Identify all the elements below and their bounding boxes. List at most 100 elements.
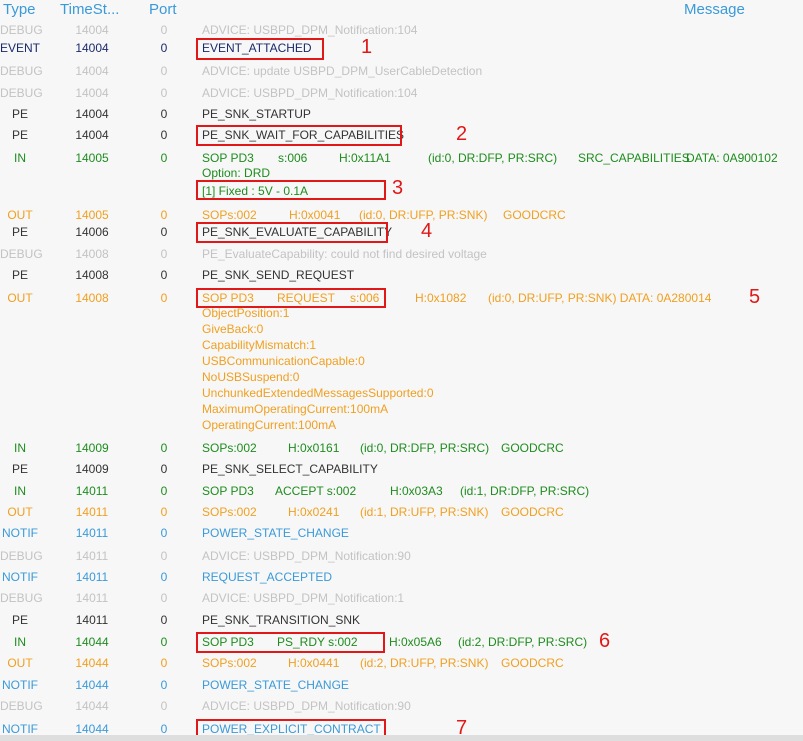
timestamp-cell: 14004	[75, 107, 109, 121]
table-row[interactable]: IN 14005 0 SOP PD3 s:006 H:0x11A1 (id:0, DR:DF…	[0, 148, 803, 169]
highlight-box	[196, 38, 324, 60]
port-cell: 0	[160, 635, 168, 649]
message-token: GOODCRC	[501, 505, 564, 519]
table-row[interactable]: DEBUG 14004 0 ADVICE: update USBPD_DPM_User…	[0, 61, 803, 82]
message-token: (id:2, DR:DFP, PR:SRC)	[458, 635, 588, 649]
type-cell: PE	[11, 107, 28, 121]
port-cell: 0	[160, 526, 168, 540]
timestamp-cell: 14009	[75, 441, 109, 455]
table-row[interactable]: NOTIF 14011 0 POWER_STATE_CHANGE	[0, 523, 803, 544]
type-cell: DEBUG	[0, 247, 43, 261]
message-token: H:0x03A3	[390, 484, 443, 498]
message-token: H:0x0041	[289, 208, 341, 222]
timestamp-cell: 14011	[75, 591, 109, 605]
table-row[interactable]: OUT 14044 0 SOPs:002 H:0x0441 (id:2, DR:UFP, …	[0, 653, 803, 674]
type-cell: DEBUG	[0, 549, 43, 563]
timestamp-cell: 14005	[75, 151, 109, 165]
type-cell: DEBUG	[0, 699, 43, 713]
column-header-timestamp[interactable]: TimeSt...	[60, 1, 119, 18]
column-header-type[interactable]: Type	[3, 1, 36, 18]
type-cell: IN	[14, 441, 26, 455]
table-row[interactable]: PE 14011 0 PE_SNK_TRANSITION_SNK	[0, 610, 803, 631]
timestamp-cell: 14011	[75, 549, 109, 563]
message-cell: PE_SNK_STARTUP	[202, 107, 311, 121]
port-cell: 0	[160, 268, 168, 282]
message-detail-line: CapabilityMismatch:1	[202, 338, 317, 352]
port-cell: 0	[160, 656, 168, 670]
highlight-box	[196, 222, 388, 243]
type-cell: PE	[11, 462, 28, 476]
table-row[interactable]: DEBUG 14044 0 ADVICE: USBPD_DPM_Notificatio…	[0, 696, 803, 717]
table-row[interactable]: OUT 14011 0 SOPs:002 H:0x0241 (id:1, DR:UFP, …	[0, 502, 803, 523]
callout-number: 1	[361, 36, 373, 58]
message-token: (id:1, DR:UFP, PR:SNK)	[360, 505, 489, 519]
message-cell: ADVICE: update USBPD_DPM_UserCableDetect…	[202, 64, 483, 78]
table-row[interactable]: PE 14009 0 PE_SNK_SELECT_CAPABILITY	[0, 459, 803, 480]
callout-number: 2	[456, 123, 468, 145]
message-token: SOPs:002	[202, 656, 257, 670]
message-token: (id:0, DR:DFP, PR:SRC)	[360, 441, 490, 455]
message-detail-line: USBCommunicationCapable:0	[202, 354, 365, 368]
table-row[interactable]: DEBUG 14004 0 ADVICE: USBPD_DPM_Notificatio…	[0, 83, 803, 104]
port-cell: 0	[160, 570, 168, 584]
type-cell: IN	[14, 151, 26, 165]
timestamp-cell: 14006	[75, 225, 109, 239]
table-row[interactable]: NOTIF 14011 0 REQUEST_ACCEPTED	[0, 567, 803, 588]
callout-number: 4	[421, 220, 433, 242]
column-header-port[interactable]: Port	[149, 1, 177, 18]
table-row[interactable]: OUT 14008 0 SOP PD3 REQUEST s:006 H:0x1082 (id:…	[0, 288, 803, 309]
message-cell: POWER_STATE_CHANGE	[202, 526, 349, 540]
port-cell: 0	[160, 678, 168, 692]
message-token: (id:0, DR:UFP, PR:SNK) DATA: 0A280014	[488, 291, 712, 305]
message-cell: PE_EvaluateCapability: could not find de…	[202, 247, 487, 261]
type-cell: NOTIF	[2, 526, 38, 540]
type-cell: IN	[14, 635, 26, 649]
message-detail-line: ObjectPosition:1	[202, 306, 290, 320]
timestamp-cell: 14004	[75, 64, 109, 78]
message-cell: ADVICE: USBPD_DPM_Notification:90	[202, 699, 411, 713]
port-cell: 0	[160, 41, 168, 55]
table-row[interactable]: PE 14008 0 PE_SNK_SEND_REQUEST	[0, 265, 803, 286]
callout-number: 6	[599, 630, 611, 652]
horizontal-scrollbar[interactable]	[0, 735, 803, 741]
port-cell: 0	[160, 23, 168, 37]
callout-number: 5	[749, 286, 761, 308]
table-row[interactable]: PE 14004 0 PE_SNK_STARTUP	[0, 104, 803, 125]
table-row[interactable]: PE 14006 0 PE_SNK_EVALUATE_CAPABILITY	[0, 222, 803, 243]
message-detail-line: NoUSBSuspend:0	[202, 370, 300, 384]
timestamp-cell: 14011	[75, 505, 109, 519]
message-cell: ADVICE: USBPD_DPM_Notification:1	[202, 591, 405, 605]
table-row[interactable]: IN 14011 0 SOP PD3 ACCEPT s:002 H:0x03A3 (id:1…	[0, 481, 803, 502]
type-cell: NOTIF	[2, 722, 38, 736]
port-cell: 0	[160, 613, 168, 627]
type-cell: OUT	[7, 291, 33, 305]
message-token: H:0x0241	[288, 505, 340, 519]
port-cell: 0	[160, 462, 168, 476]
callout-number: 3	[392, 177, 404, 199]
message-cell: PE_SNK_SELECT_CAPABILITY	[202, 462, 378, 476]
table-row[interactable]: DEBUG 14011 0 ADVICE: USBPD_DPM_Notificatio…	[0, 546, 803, 567]
message-token: SOPs:002	[202, 505, 257, 519]
type-cell: IN	[14, 484, 26, 498]
timestamp-cell: 14044	[75, 656, 109, 670]
table-row[interactable]: EVENT 14004 0 EVENT_ATTACHED	[0, 38, 803, 59]
timestamp-cell: 14005	[75, 208, 109, 222]
timestamp-cell: 14044	[75, 699, 109, 713]
message-token: DATA: 0A900102	[686, 151, 778, 165]
type-cell: OUT	[7, 208, 33, 222]
table-row[interactable]: DEBUG 14011 0 ADVICE: USBPD_DPM_Notificatio…	[0, 588, 803, 609]
table-row[interactable]: IN 14044 0 SOP PD3 PS_RDY s:002 H:0x05A6 (id:2…	[0, 632, 803, 653]
message-cell: ADVICE: USBPD_DPM_Notification:90	[202, 549, 411, 563]
port-cell: 0	[160, 247, 168, 261]
type-cell: DEBUG	[0, 23, 43, 37]
table-row[interactable]: IN 14009 0 SOPs:002 H:0x0161 (id:0, DR:DFP, P…	[0, 438, 803, 459]
message-detail-line: Option: DRD	[202, 166, 271, 180]
column-header-message[interactable]: Message	[684, 1, 745, 18]
type-cell: DEBUG	[0, 591, 43, 605]
table-row[interactable]: DEBUG 14008 0 PE_EvaluateCapability: could …	[0, 244, 803, 265]
timestamp-cell: 14004	[75, 86, 109, 100]
table-row[interactable]: NOTIF 14044 0 POWER_STATE_CHANGE	[0, 675, 803, 696]
table-header: Type TimeSt... Port Message	[0, 0, 803, 20]
highlight-box	[196, 288, 386, 308]
port-cell: 0	[160, 107, 168, 121]
